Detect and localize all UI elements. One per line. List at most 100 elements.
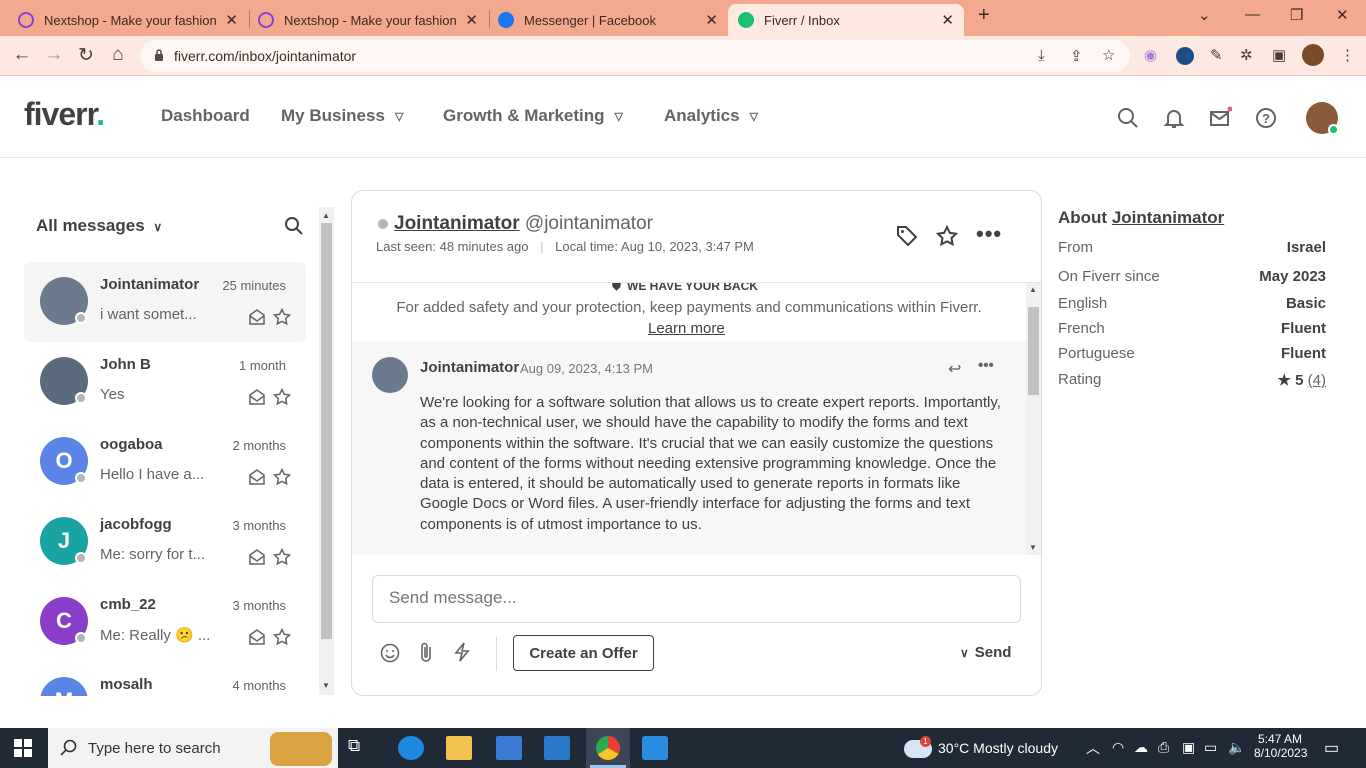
- mark-unread-icon[interactable]: [248, 548, 266, 566]
- star-icon[interactable]: [273, 468, 291, 486]
- address-bar[interactable]: fiverr.com/inbox/jointanimator ⤓ ⇪ ☆: [140, 40, 1130, 72]
- sender-name[interactable]: Jointanimator: [420, 359, 519, 376]
- forward-icon[interactable]: →: [42, 44, 66, 66]
- emoji-icon[interactable]: [380, 643, 400, 663]
- star-icon[interactable]: [273, 548, 291, 566]
- reply-icon[interactable]: ↩: [948, 359, 961, 379]
- edge-icon[interactable]: [398, 736, 424, 760]
- bookmark-star-icon[interactable]: ☆: [1102, 46, 1115, 64]
- weather-text[interactable]: 30°C Mostly cloudy: [938, 740, 1058, 756]
- scrollbar-thumb[interactable]: [1028, 307, 1039, 395]
- new-tab-icon[interactable]: +: [978, 4, 990, 27]
- nav-growth-marketing[interactable]: Growth & Marketing ▽: [443, 106, 623, 126]
- eyedropper-icon[interactable]: ✎: [1210, 46, 1223, 64]
- clock[interactable]: 5:47 AM 8/10/2023: [1254, 732, 1307, 760]
- help-icon[interactable]: ?: [1254, 106, 1278, 130]
- learn-more-link[interactable]: Learn more: [648, 320, 725, 337]
- nav-my-business[interactable]: My Business ▽: [281, 106, 403, 126]
- browser-tab-1[interactable]: Nextshop - Make your fashion m ✕: [8, 4, 248, 36]
- home-icon[interactable]: ⌂: [106, 44, 130, 66]
- scroll-up-arrow[interactable]: ▲: [322, 211, 330, 220]
- vscode-icon[interactable]: [642, 736, 668, 760]
- chevron-up-icon[interactable]: ︿: [1086, 738, 1100, 758]
- close-icon[interactable]: ✕: [465, 11, 478, 29]
- close-icon[interactable]: ✕: [941, 11, 954, 29]
- scroll-down-arrow[interactable]: ▼: [1029, 543, 1037, 552]
- browser-tab-2[interactable]: Nextshop - Make your fashion m ✕: [248, 4, 488, 36]
- conversation-item[interactable]: Jointanimator 25 minutes i want somet...: [24, 262, 306, 342]
- notification-icon[interactable]: ▭: [1324, 738, 1339, 758]
- profile-extension-icon[interactable]: [1176, 47, 1194, 65]
- mark-unread-icon[interactable]: [248, 628, 266, 646]
- nav-analytics[interactable]: Analytics ▽: [664, 106, 758, 126]
- about-name-link[interactable]: Jointanimator: [1112, 208, 1224, 227]
- extension-icon[interactable]: ◉: [1144, 46, 1157, 64]
- conversation-item[interactable]: J jacobfogg 3 months Me: sorry for t...: [24, 502, 306, 582]
- star-icon[interactable]: [273, 388, 291, 406]
- tab-search-icon[interactable]: ⌄: [1198, 6, 1211, 24]
- window-close-icon[interactable]: ✕: [1336, 6, 1349, 24]
- messages-filter[interactable]: All messages ∨: [36, 216, 162, 236]
- task-view-icon[interactable]: ⧉: [348, 736, 374, 760]
- onedrive-icon[interactable]: ☁: [1134, 739, 1148, 756]
- network-icon[interactable]: ◠: [1112, 739, 1124, 756]
- conversation-item[interactable]: O oogaboa 2 months Hello I have a...: [24, 422, 306, 502]
- conversation-item[interactable]: M mosalh 4 months: [24, 662, 306, 696]
- mail-app-icon[interactable]: [544, 736, 570, 760]
- search-icon[interactable]: [1116, 106, 1140, 130]
- tag-icon[interactable]: [896, 225, 918, 247]
- camera-icon[interactable]: ▣: [1182, 739, 1195, 756]
- volume-icon[interactable]: 🔈: [1228, 739, 1245, 756]
- minimize-icon[interactable]: —: [1245, 6, 1260, 23]
- restore-icon[interactable]: ❐: [1290, 6, 1303, 24]
- search-conversations-icon[interactable]: [284, 216, 304, 236]
- mark-unread-icon[interactable]: [248, 308, 266, 326]
- contact-name-link[interactable]: Jointanimator: [394, 213, 520, 234]
- attachment-icon[interactable]: [416, 641, 436, 663]
- mark-unread-icon[interactable]: [248, 388, 266, 406]
- thread-scrollbar[interactable]: ▲ ▼: [1026, 283, 1041, 555]
- browser-tab-3[interactable]: Messenger | Facebook ✕: [488, 4, 728, 36]
- file-explorer-icon[interactable]: [446, 736, 472, 760]
- mail-icon[interactable]: [1208, 106, 1232, 130]
- reload-icon[interactable]: ↻: [74, 44, 98, 67]
- sidepanel-icon[interactable]: ▣: [1272, 46, 1286, 64]
- browser-tab-4-active[interactable]: Fiverr / Inbox ✕: [728, 4, 964, 36]
- fiverr-logo[interactable]: fiverr.: [24, 96, 105, 133]
- back-icon[interactable]: ←: [10, 44, 34, 66]
- store-icon[interactable]: [496, 736, 522, 760]
- bell-icon[interactable]: [1162, 106, 1186, 130]
- meet-icon[interactable]: ⎙: [1158, 739, 1169, 756]
- conversation-list-scrollbar[interactable]: ▲ ▼: [319, 207, 334, 695]
- close-icon[interactable]: ✕: [225, 11, 238, 29]
- puzzle-icon[interactable]: ✲: [1240, 46, 1253, 64]
- star-icon[interactable]: [936, 225, 958, 247]
- chevron-down-icon[interactable]: ∨: [960, 646, 969, 660]
- send-button[interactable]: ∨ Send: [960, 644, 1011, 661]
- nav-dashboard[interactable]: Dashboard: [161, 106, 250, 126]
- browser-profile-avatar[interactable]: [1302, 44, 1324, 66]
- message-options-icon[interactable]: •••: [978, 357, 994, 374]
- create-offer-button[interactable]: Create an Offer: [513, 635, 654, 671]
- star-icon[interactable]: [273, 308, 291, 326]
- windows-start-icon[interactable]: [14, 739, 32, 757]
- star-icon[interactable]: [273, 628, 291, 646]
- battery-icon[interactable]: ▭: [1204, 739, 1217, 756]
- taskbar-search-box[interactable]: Type here to search: [48, 728, 338, 768]
- more-options-icon[interactable]: •••: [976, 221, 1002, 247]
- rating-count-link[interactable]: (4): [1308, 372, 1326, 389]
- conversation-item[interactable]: John B 1 month Yes: [24, 342, 306, 422]
- share-icon[interactable]: ⇪: [1070, 47, 1083, 65]
- install-icon[interactable]: ⤓: [1038, 47, 1045, 64]
- quick-response-icon[interactable]: [452, 641, 472, 663]
- chrome-taskbar-button[interactable]: [586, 728, 630, 768]
- close-icon[interactable]: ✕: [705, 11, 718, 29]
- message-input[interactable]: Send message...: [372, 575, 1021, 623]
- mark-unread-icon[interactable]: [248, 468, 266, 486]
- scroll-down-arrow[interactable]: ▼: [322, 681, 330, 690]
- conversation-item[interactable]: C cmb_22 3 months Me: Really 😕 ...: [24, 582, 306, 662]
- user-avatar[interactable]: [1306, 102, 1339, 135]
- scrollbar-thumb[interactable]: [321, 223, 332, 639]
- scroll-up-arrow[interactable]: ▲: [1029, 285, 1037, 294]
- browser-menu-icon[interactable]: ⋮: [1340, 46, 1355, 64]
